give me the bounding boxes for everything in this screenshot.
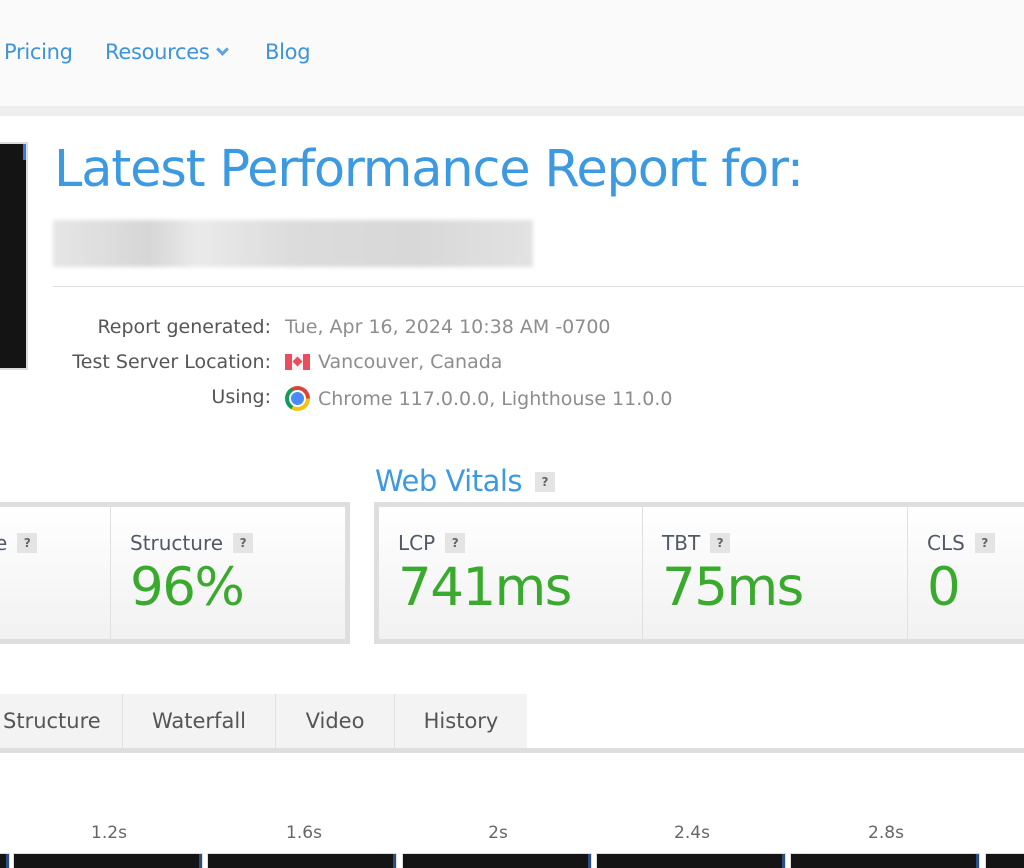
lcp-label-text: LCP <box>398 531 436 555</box>
page-title: Latest Performance Report for: <box>54 140 804 199</box>
filmstrip-frame[interactable] <box>207 853 397 868</box>
filmstrip-frame[interactable] <box>596 853 786 868</box>
report-generated-value: Tue, Apr 16, 2024 10:38 AM -0700 <box>285 316 611 338</box>
cls-value: 0 <box>927 557 961 618</box>
tab-structure[interactable]: Structure <box>0 694 123 748</box>
chrome-icon <box>285 386 310 411</box>
nav-link-resources-label: Resources <box>105 40 210 64</box>
nav-link-blog[interactable]: Blog <box>265 40 311 64</box>
lcp-value: 741ms <box>398 557 572 618</box>
report-generated-label: Report generated: <box>97 316 271 338</box>
web-vitals-help-icon[interactable]: ? <box>535 472 555 492</box>
filmstrip-frame[interactable] <box>402 853 592 868</box>
filmstrip-frame[interactable] <box>985 853 1024 868</box>
metric-label: e ? <box>0 531 38 555</box>
using-value: Chrome 117.0.0.0, Lighthouse 11.0.0 <box>285 386 672 411</box>
metric-cell-tbt: TBT ? 75ms <box>643 507 908 639</box>
tab-history[interactable]: History <box>395 694 527 748</box>
filmstrip-frame[interactable] <box>13 853 203 868</box>
lcp-help-icon[interactable]: ? <box>445 533 466 553</box>
test-server-location-label: Test Server Location: <box>72 351 271 373</box>
tbt-label-text: TBT <box>662 531 701 555</box>
metric-cell-structure: Structure ? 96% <box>111 507 345 639</box>
top-navigation: Pricing Resources Blog <box>0 0 1024 106</box>
tabs-underline <box>0 748 1024 753</box>
structure-help-icon[interactable]: ? <box>233 533 254 553</box>
metric-cell-cls: CLS ? 0 <box>908 507 1024 639</box>
title-divider <box>53 286 1024 287</box>
grade-metrics-box: e ? Structure ? 96% <box>0 502 350 644</box>
nav-link-pricing[interactable]: Pricing <box>4 40 73 64</box>
nav-divider <box>0 106 1024 116</box>
nav-link-resources[interactable]: Resources <box>105 40 229 64</box>
canada-flag-icon <box>285 354 310 370</box>
test-server-location-value: Vancouver, Canada <box>285 351 502 373</box>
thumbnail-accent <box>23 144 26 160</box>
help-icon[interactable]: ? <box>17 533 38 553</box>
info-row-using: Using: Chrome 117.0.0.0, Lighthouse 11.0… <box>0 386 1024 412</box>
structure-label: Structure ? <box>130 531 254 555</box>
filmstrip-frame[interactable] <box>0 853 10 868</box>
tbt-value: 75ms <box>662 557 804 618</box>
lcp-label: LCP ? <box>398 531 466 555</box>
report-tabs: Structure Waterfall Video History <box>0 694 527 748</box>
cls-label-text: CLS <box>927 531 965 555</box>
structure-value: 96% <box>130 557 245 618</box>
web-vitals-heading: Web Vitals <box>375 464 523 498</box>
metric-cell-lcp: LCP ? 741ms <box>379 507 643 639</box>
browser-text: Chrome 117.0.0.0, Lighthouse 11.0.0 <box>318 387 673 410</box>
filmstrip-time-label: 2.8s <box>868 823 904 843</box>
web-vitals-box: LCP ? 741ms TBT ? 75ms CLS ? 0 <box>374 502 1024 644</box>
metric-label-text: e <box>0 531 8 555</box>
chevron-down-icon <box>215 43 229 56</box>
cls-help-icon[interactable]: ? <box>974 533 995 553</box>
tab-video[interactable]: Video <box>276 694 395 748</box>
report-url-blurred <box>53 220 533 267</box>
info-row-test-server-location: Test Server Location: Vancouver, Canada <box>0 351 1024 377</box>
filmstrip-frame[interactable] <box>790 853 980 868</box>
tbt-help-icon[interactable]: ? <box>710 533 731 553</box>
info-row-report-generated: Report generated: Tue, Apr 16, 2024 10:3… <box>0 316 1024 342</box>
tab-waterfall[interactable]: Waterfall <box>123 694 276 748</box>
cls-label: CLS ? <box>927 531 995 555</box>
structure-label-text: Structure <box>130 531 224 555</box>
filmstrip-time-label: 2.4s <box>674 823 710 843</box>
metric-cell-partial: e ? <box>0 507 111 639</box>
location-text: Vancouver, Canada <box>318 351 503 373</box>
filmstrip-time-label: 2s <box>488 823 508 843</box>
filmstrip-time-label: 1.2s <box>91 823 127 843</box>
using-label: Using: <box>211 386 271 408</box>
tbt-label: TBT ? <box>662 531 731 555</box>
filmstrip-time-label: 1.6s <box>286 823 322 843</box>
